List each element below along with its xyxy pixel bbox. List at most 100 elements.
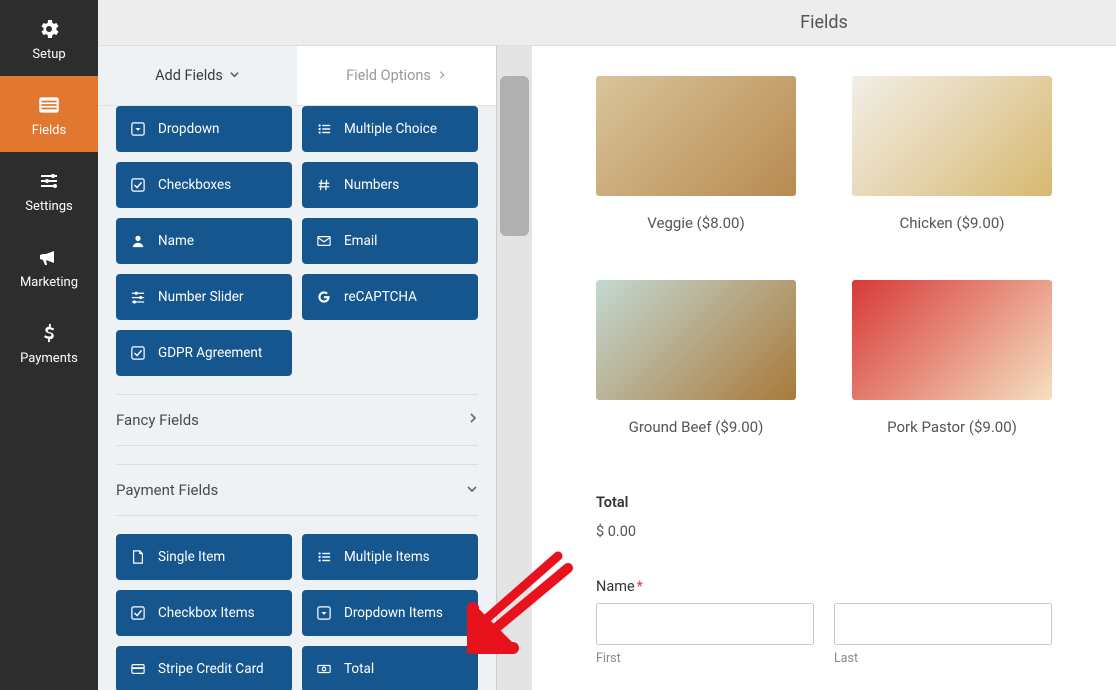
field-numbers[interactable]: Numbers: [302, 162, 478, 208]
field-dropdown[interactable]: Dropdown: [116, 106, 292, 152]
page-title: Fields: [532, 0, 1116, 46]
form-preview: Fields Veggie ($8.00) Chicken ($9.00) Gr…: [532, 0, 1116, 690]
tab-add-fields-label: Add Fields: [155, 67, 223, 84]
total-section: Total $ 0.00: [596, 494, 1052, 540]
section-fancy-fields[interactable]: Fancy Fields: [116, 394, 478, 446]
field-label: Checkbox Items: [158, 605, 255, 621]
product-label: Pork Pastor ($9.00): [887, 418, 1017, 436]
sliders-icon: [37, 167, 61, 195]
gear-icon: [37, 15, 61, 43]
scrollbar-thumb[interactable]: [500, 76, 529, 236]
left-nav: Setup Fields Settings Marketing Payments: [0, 0, 98, 690]
product-ground-beef[interactable]: Ground Beef ($9.00): [596, 280, 796, 436]
money-icon: [316, 661, 332, 677]
field-single-item[interactable]: Single Item: [116, 534, 292, 580]
total-value: $ 0.00: [596, 523, 636, 540]
field-label: Email: [344, 233, 377, 249]
nav-fields[interactable]: Fields: [0, 76, 98, 152]
field-label: Total: [344, 661, 374, 677]
last-name-sublabel: Last: [834, 651, 1052, 666]
product-label: Veggie ($8.00): [647, 214, 744, 232]
field-label: Checkboxes: [158, 177, 231, 193]
product-label: Chicken ($9.00): [900, 214, 1005, 232]
nav-payments-label: Payments: [20, 351, 78, 366]
chevron-down-icon: [466, 482, 478, 498]
caret-square-icon: [316, 605, 332, 621]
name-field-label: Name: [596, 578, 635, 595]
required-asterisk: *: [637, 578, 643, 595]
product-image: [852, 280, 1052, 400]
field-multiple-items[interactable]: Multiple Items: [302, 534, 478, 580]
product-image: [596, 280, 796, 400]
field-total[interactable]: Total: [302, 646, 478, 690]
fields-panel: Add Fields Field Options Dropdown: [98, 0, 496, 690]
product-veggie[interactable]: Veggie ($8.00): [596, 76, 796, 232]
field-label: GDPR Agreement: [158, 345, 262, 361]
file-icon: [130, 549, 146, 565]
chevron-down-icon: [229, 67, 240, 84]
hash-icon: [316, 177, 332, 193]
nav-setup-label: Setup: [32, 47, 65, 62]
check-square-icon: [130, 177, 146, 193]
envelope-icon: [316, 233, 332, 249]
section-label: Fancy Fields: [116, 411, 199, 429]
google-icon: [316, 289, 332, 305]
caret-square-icon: [130, 121, 146, 137]
nav-settings-label: Settings: [25, 199, 72, 214]
nav-marketing-label: Marketing: [20, 275, 78, 290]
first-name-input[interactable]: [596, 603, 814, 645]
check-square-icon: [130, 345, 146, 361]
check-square-icon: [130, 605, 146, 621]
nav-setup[interactable]: Setup: [0, 0, 98, 76]
field-gdpr[interactable]: GDPR Agreement: [116, 330, 292, 376]
name-field-section: Name * First Last: [596, 578, 1052, 666]
preview-gutter: [496, 0, 532, 690]
nav-settings[interactable]: Settings: [0, 152, 98, 228]
tab-add-fields[interactable]: Add Fields: [98, 46, 297, 105]
field-label: Name: [158, 233, 194, 249]
field-number-slider[interactable]: Number Slider: [116, 274, 292, 320]
field-recaptcha[interactable]: reCAPTCHA: [302, 274, 478, 320]
field-label: Stripe Credit Card: [158, 661, 264, 677]
tab-field-options[interactable]: Field Options: [297, 46, 496, 105]
section-label: Payment Fields: [116, 481, 218, 499]
field-label: Number Slider: [158, 289, 244, 305]
credit-card-icon: [130, 661, 146, 677]
total-label: Total: [596, 494, 1052, 511]
list-icon: [36, 91, 62, 119]
section-payment-fields[interactable]: Payment Fields: [116, 464, 478, 516]
product-pork-pastor[interactable]: Pork Pastor ($9.00): [852, 280, 1052, 436]
field-label: Multiple Choice: [344, 121, 437, 137]
field-checkbox-items[interactable]: Checkbox Items: [116, 590, 292, 636]
product-image: [852, 76, 1052, 196]
field-label: Dropdown Items: [344, 605, 443, 621]
tab-field-options-label: Field Options: [346, 67, 431, 84]
product-chicken[interactable]: Chicken ($9.00): [852, 76, 1052, 232]
first-name-sublabel: First: [596, 651, 814, 666]
chevron-right-icon: [468, 412, 478, 428]
dollar-icon: [38, 319, 60, 347]
sliders-h-icon: [130, 289, 146, 305]
product-label: Ground Beef ($9.00): [629, 418, 764, 436]
field-label: Multiple Items: [344, 549, 430, 565]
nav-marketing[interactable]: Marketing: [0, 228, 98, 304]
field-multiple-choice[interactable]: Multiple Choice: [302, 106, 478, 152]
last-name-input[interactable]: [834, 603, 1052, 645]
field-label: Dropdown: [158, 121, 220, 137]
field-label: reCAPTCHA: [344, 289, 417, 305]
mid-header-bar: [98, 0, 496, 46]
field-name[interactable]: Name: [116, 218, 292, 264]
field-stripe-credit-card[interactable]: Stripe Credit Card: [116, 646, 292, 690]
user-icon: [130, 233, 146, 249]
field-email[interactable]: Email: [302, 218, 478, 264]
fields-scroll-area[interactable]: Dropdown Multiple Choice Checkboxes Numb…: [98, 106, 496, 690]
field-dropdown-items[interactable]: Dropdown Items: [302, 590, 478, 636]
field-checkboxes[interactable]: Checkboxes: [116, 162, 292, 208]
nav-payments[interactable]: Payments: [0, 304, 98, 380]
chevron-right-icon: [437, 67, 447, 84]
panel-tabs: Add Fields Field Options: [98, 46, 496, 106]
product-image: [596, 76, 796, 196]
preview-scrollbar[interactable]: [496, 46, 532, 690]
field-label: Numbers: [344, 177, 399, 193]
bullhorn-icon: [37, 243, 61, 271]
